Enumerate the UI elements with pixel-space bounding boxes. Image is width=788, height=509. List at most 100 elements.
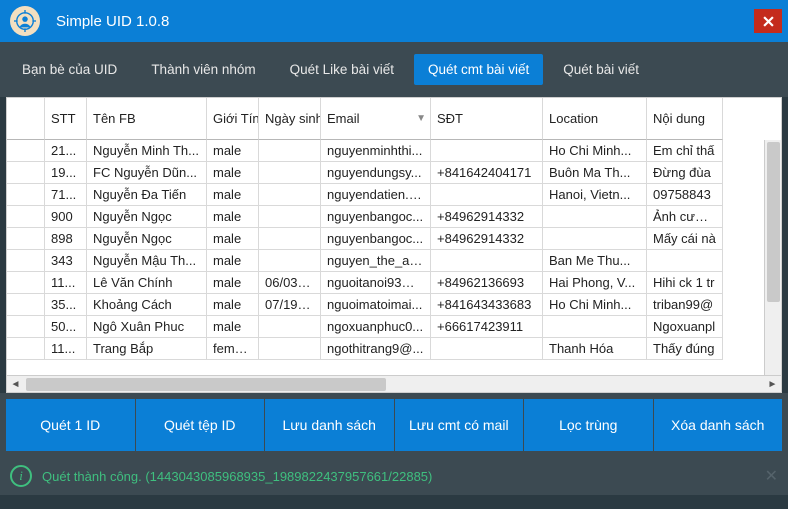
- table-cell: 19...: [45, 162, 87, 184]
- table-cell: male: [207, 140, 259, 162]
- table-cell: Nguyễn Minh Th...: [87, 140, 207, 162]
- table-cell: [431, 338, 543, 360]
- column-header[interactable]: STT: [45, 98, 87, 140]
- close-icon: [763, 16, 774, 27]
- action-quét-tệp-id[interactable]: Quét tệp ID: [136, 399, 266, 451]
- column-header[interactable]: [7, 98, 45, 140]
- row-selector[interactable]: [7, 206, 45, 228]
- table-cell: Nguyễn Đa Tiến: [87, 184, 207, 206]
- table-cell: 21...: [45, 140, 87, 162]
- row-selector[interactable]: [7, 140, 45, 162]
- scroll-right-icon[interactable]: ►: [764, 376, 781, 393]
- table-cell: +66617423911: [431, 316, 543, 338]
- app-logo: [10, 6, 40, 36]
- close-button[interactable]: [754, 9, 782, 33]
- tab-thành-viên-nhóm[interactable]: Thành viên nhóm: [137, 54, 269, 85]
- row-selector[interactable]: [7, 184, 45, 206]
- table-cell: male: [207, 162, 259, 184]
- tab-bar: Bạn bè của UIDThành viên nhómQuét Like b…: [0, 42, 788, 97]
- scroll-left-icon[interactable]: ◄: [7, 376, 24, 393]
- table-cell: Ho Chi Minh...: [543, 294, 647, 316]
- row-selector[interactable]: [7, 250, 45, 272]
- table-cell: male: [207, 294, 259, 316]
- table-cell: [259, 162, 321, 184]
- table-cell: Mấy cái nà: [647, 228, 723, 250]
- status-close-button[interactable]: ✕: [765, 466, 778, 486]
- column-header[interactable]: Tên FB: [87, 98, 207, 140]
- table-cell: Hihi ck 1 tr: [647, 272, 723, 294]
- table-cell: [647, 250, 723, 272]
- table-cell: 343: [45, 250, 87, 272]
- table-cell: male: [207, 316, 259, 338]
- table-cell: [259, 140, 321, 162]
- row-selector[interactable]: [7, 316, 45, 338]
- table-cell: [259, 206, 321, 228]
- table-cell: 898: [45, 228, 87, 250]
- column-header[interactable]: Giới Tính: [207, 98, 259, 140]
- table-cell: 11...: [45, 272, 87, 294]
- table-cell: [259, 316, 321, 338]
- table-cell: +841643433683: [431, 294, 543, 316]
- table-cell: 35...: [45, 294, 87, 316]
- table-cell: male: [207, 206, 259, 228]
- table-cell: Nguyễn Ngọc: [87, 206, 207, 228]
- title-bar: Simple UID 1.0.8: [0, 0, 788, 42]
- table-cell: +84962136693: [431, 272, 543, 294]
- row-selector[interactable]: [7, 294, 45, 316]
- table-cell: nguyendatien.v...: [321, 184, 431, 206]
- table-cell: [543, 206, 647, 228]
- row-selector[interactable]: [7, 162, 45, 184]
- table-cell: nguoitanoi93@...: [321, 272, 431, 294]
- table-cell: male: [207, 184, 259, 206]
- action-quét-1-id[interactable]: Quét 1 ID: [6, 399, 136, 451]
- sort-desc-icon: ▼: [416, 110, 426, 128]
- table-cell: Khoảng Cách: [87, 294, 207, 316]
- table-cell: male: [207, 250, 259, 272]
- table-cell: Ngô Xuân Phuc: [87, 316, 207, 338]
- table-cell: Ban Me Thu...: [543, 250, 647, 272]
- table-cell: nguyen_the_an...: [321, 250, 431, 272]
- table-cell: Đừng đùa: [647, 162, 723, 184]
- table-cell: 09758843: [647, 184, 723, 206]
- row-selector[interactable]: [7, 272, 45, 294]
- column-header[interactable]: Ngày sinh: [259, 98, 321, 140]
- column-header[interactable]: Email▼: [321, 98, 431, 140]
- table-cell: nguyenbangoc...: [321, 228, 431, 250]
- row-selector[interactable]: [7, 338, 45, 360]
- table-cell: [431, 184, 543, 206]
- table-cell: Ngoxuanpl: [647, 316, 723, 338]
- table-cell: [431, 140, 543, 162]
- table-cell: Lê Văn Chính: [87, 272, 207, 294]
- table-cell: 06/03/1...: [259, 272, 321, 294]
- table-cell: ngothitrang9@...: [321, 338, 431, 360]
- vertical-scrollbar[interactable]: [764, 140, 781, 375]
- table-cell: triban99@: [647, 294, 723, 316]
- status-text: Quét thành công. (1443043085968935_19898…: [42, 469, 432, 484]
- column-header[interactable]: Nội dung: [647, 98, 723, 140]
- tab-quét-like-bài-viết[interactable]: Quét Like bài viết: [276, 54, 408, 85]
- horizontal-scrollbar[interactable]: ◄ ►: [7, 375, 781, 392]
- table-cell: male: [207, 228, 259, 250]
- tab-bạn-bè-của-uid[interactable]: Bạn bè của UID: [8, 54, 131, 85]
- column-header[interactable]: Location: [543, 98, 647, 140]
- table-cell: 71...: [45, 184, 87, 206]
- tab-quét-cmt-bài-viết[interactable]: Quét cmt bài viết: [414, 54, 543, 85]
- target-user-icon: [14, 10, 36, 32]
- table-cell: [259, 228, 321, 250]
- table-cell: Trang Bắp: [87, 338, 207, 360]
- column-header[interactable]: SĐT: [431, 98, 543, 140]
- tab-quét-bài-viết[interactable]: Quét bài viết: [549, 54, 653, 85]
- data-table: STTTên FBGiới TínhNgày sinhEmail▼SĐTLoca…: [6, 97, 782, 393]
- action-lọc-trùng[interactable]: Lọc trùng: [524, 399, 654, 451]
- table-cell: +84962914332: [431, 206, 543, 228]
- table-cell: Nguyễn Mậu Th...: [87, 250, 207, 272]
- action-xóa-danh-sách[interactable]: Xóa danh sách: [654, 399, 783, 451]
- status-bar: i Quét thành công. (1443043085968935_198…: [0, 459, 788, 495]
- table-cell: 50...: [45, 316, 87, 338]
- action-lưu-danh-sách[interactable]: Lưu danh sách: [265, 399, 395, 451]
- action-bar: Quét 1 IDQuét tệp IDLưu danh sáchLưu cmt…: [0, 393, 788, 459]
- table-cell: nguyenbangoc...: [321, 206, 431, 228]
- action-lưu-cmt-có-mail[interactable]: Lưu cmt có mail: [395, 399, 525, 451]
- table-cell: female: [207, 338, 259, 360]
- row-selector[interactable]: [7, 228, 45, 250]
